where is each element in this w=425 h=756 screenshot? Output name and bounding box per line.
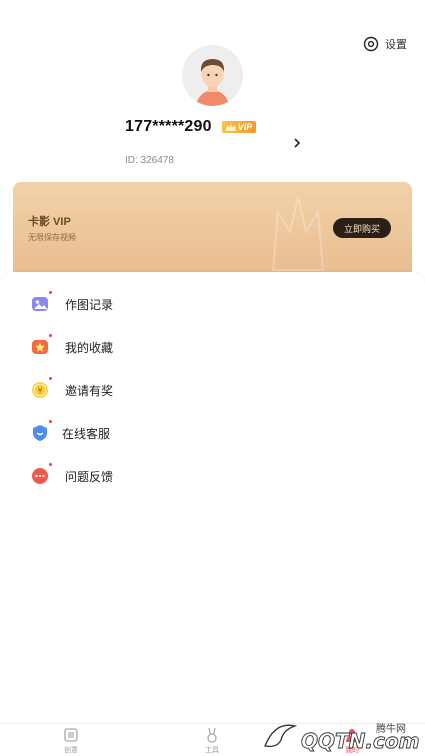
phone-row: 177*****290 VIP bbox=[125, 118, 257, 136]
avatar[interactable] bbox=[182, 45, 243, 106]
notification-dot bbox=[49, 420, 52, 423]
tab-tools[interactable]: 工具 bbox=[192, 727, 232, 755]
notification-dot bbox=[49, 463, 52, 466]
menu-item-label: 邀请有奖 bbox=[65, 383, 114, 398]
notification-dot bbox=[49, 291, 52, 294]
chat-icon bbox=[30, 463, 52, 486]
vip-card-title: 卡影 VIP bbox=[28, 216, 71, 228]
menu-item-favorites[interactable]: 我的收藏 bbox=[30, 334, 114, 359]
menu-item-drawing-history[interactable]: 作图记录 bbox=[30, 291, 114, 316]
shield-icon bbox=[30, 420, 52, 443]
notification-dot bbox=[49, 377, 52, 380]
watermark-site-name: 腾牛网 bbox=[376, 724, 406, 735]
svg-text:¥: ¥ bbox=[37, 386, 42, 395]
gallery-icon bbox=[30, 291, 52, 314]
chevron-right-icon[interactable] bbox=[291, 137, 303, 149]
gear-icon bbox=[363, 36, 379, 52]
buy-now-button[interactable]: 立即购买 bbox=[333, 218, 391, 238]
user-id: ID: 326478 bbox=[125, 155, 174, 166]
settings-button[interactable]: 设置 bbox=[363, 36, 407, 52]
vip-card-subtitle: 无限保存视频 bbox=[28, 233, 76, 242]
settings-label: 设置 bbox=[385, 39, 407, 51]
vip-badge: VIP bbox=[221, 121, 257, 133]
tab-label: 工具 bbox=[205, 747, 219, 754]
menu-item-feedback[interactable]: 问题反馈 bbox=[30, 463, 114, 488]
phone-number: 177*****290 bbox=[125, 118, 212, 135]
vip-card[interactable]: 卡影 VIP 无限保存视频 立即购买 bbox=[13, 182, 412, 282]
menu-item-label: 作图记录 bbox=[65, 297, 114, 312]
menu-item-invite[interactable]: ¥ 邀请有奖 bbox=[30, 377, 114, 402]
crown-decoration-icon bbox=[271, 196, 325, 271]
avatar-illustration bbox=[182, 45, 243, 106]
star-icon bbox=[30, 334, 52, 357]
crown-icon bbox=[225, 123, 236, 131]
menu-item-customer-service[interactable]: 在线客服 bbox=[30, 420, 111, 445]
vip-badge-label: VIP bbox=[237, 122, 253, 132]
rabbit-icon bbox=[207, 727, 217, 743]
tab-create[interactable]: 创意 bbox=[51, 727, 91, 755]
menu-item-label: 我的收藏 bbox=[65, 340, 114, 355]
coin-icon: ¥ bbox=[30, 377, 52, 400]
menu-item-label: 在线客服 bbox=[62, 426, 111, 441]
menu-panel: 作图记录 我的收藏 ¥ 邀请有奖 在线客服 问题反馈 bbox=[0, 272, 425, 724]
notification-dot bbox=[49, 334, 52, 337]
create-icon bbox=[64, 728, 78, 742]
tab-label: 创意 bbox=[64, 747, 78, 754]
menu-item-label: 问题反馈 bbox=[65, 469, 114, 484]
